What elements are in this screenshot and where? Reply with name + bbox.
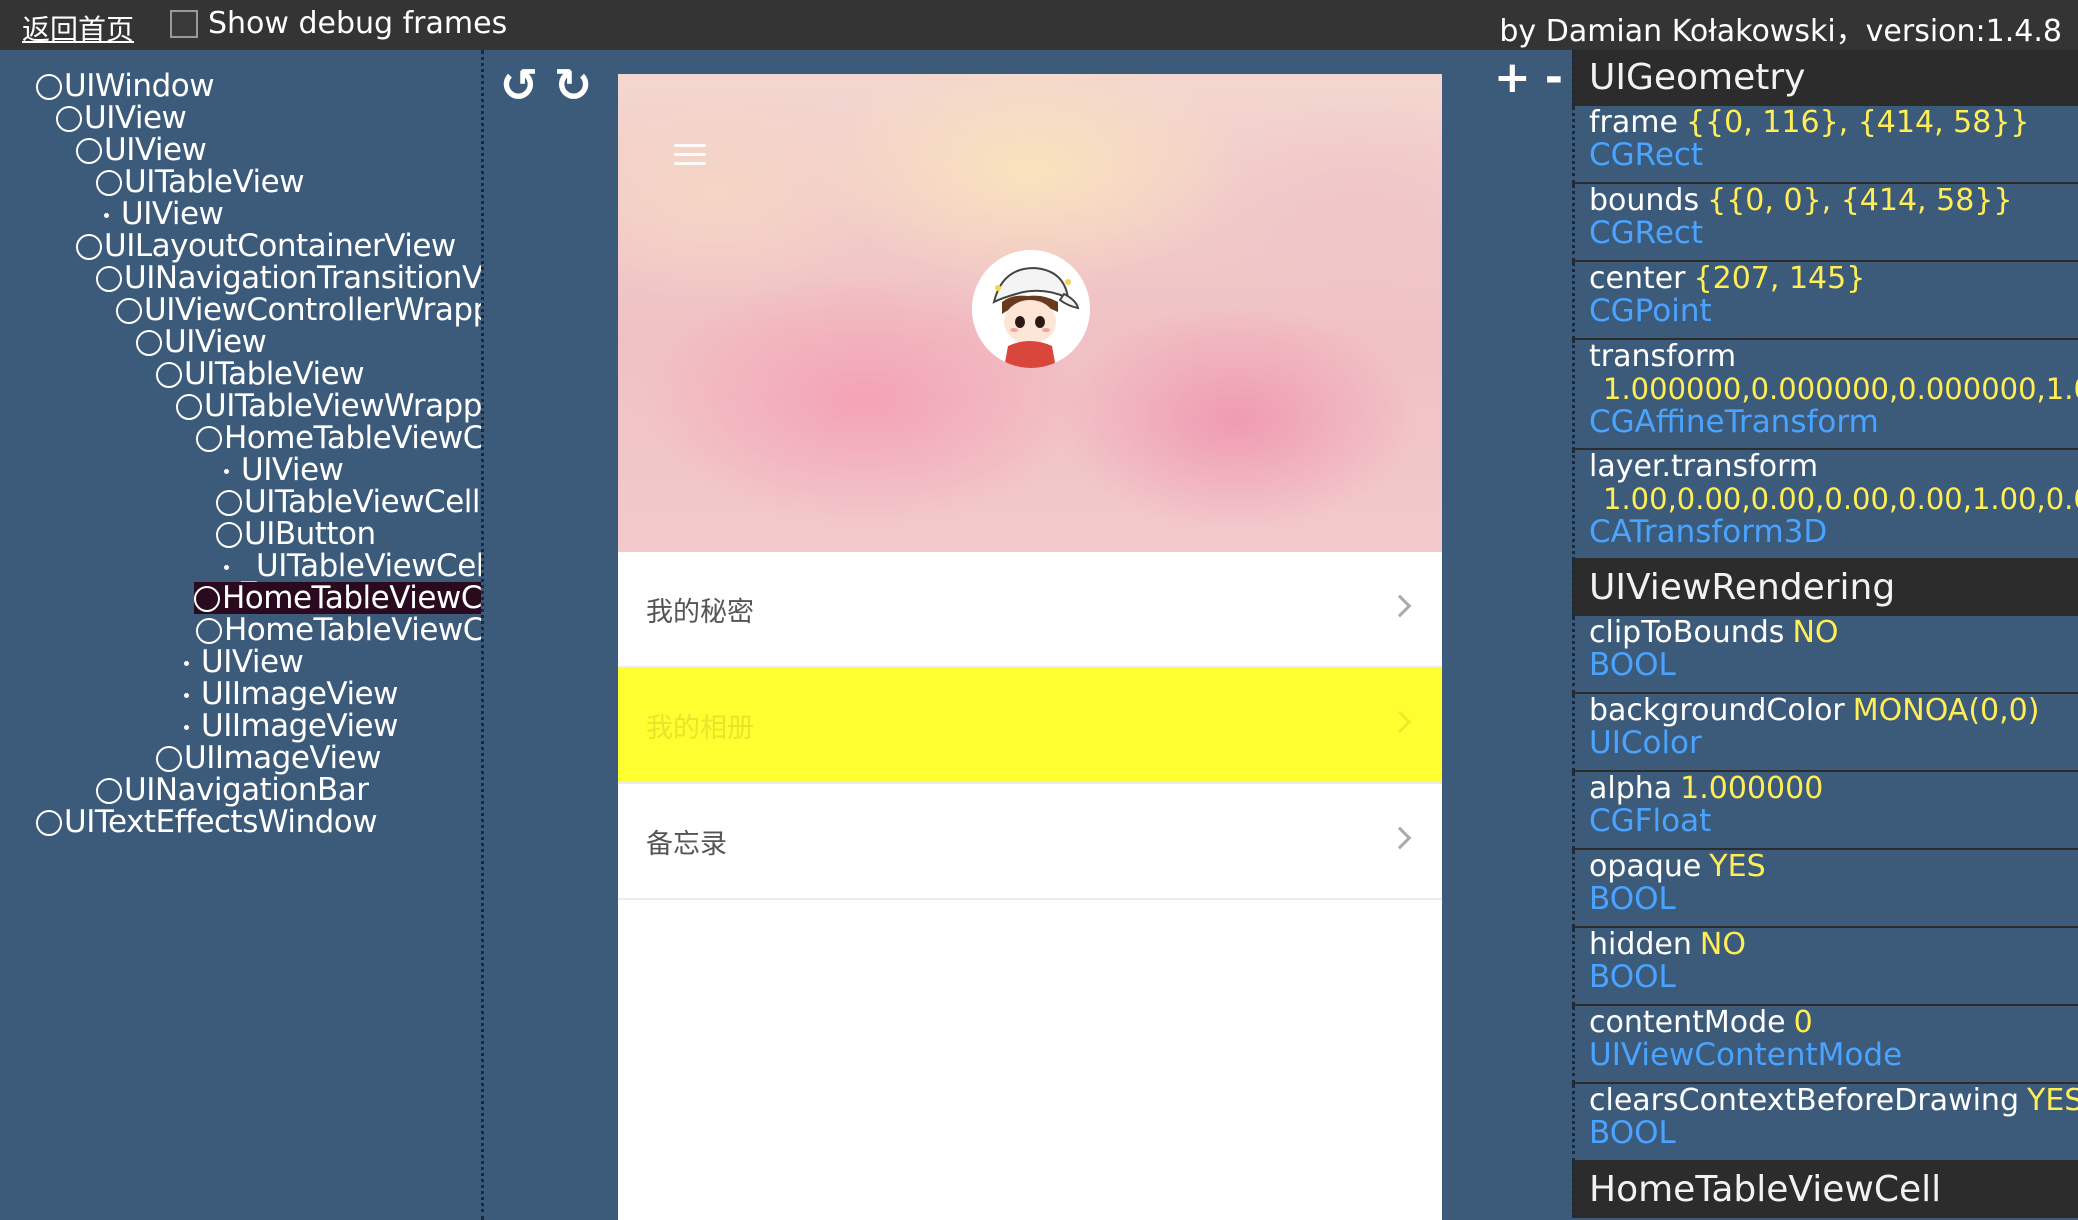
chevron-right-icon xyxy=(1388,826,1412,850)
tree-item[interactable]: UIButton xyxy=(216,518,376,550)
debug-frames-label: Show debug frames xyxy=(208,6,508,41)
node-circle-icon xyxy=(176,394,202,420)
node-circle-icon xyxy=(216,522,242,548)
tree-item[interactable]: _UITableViewCellSeparatorView xyxy=(218,550,481,582)
tree-item[interactable]: UIWindow xyxy=(36,70,215,102)
debug-frames-toggle[interactable]: Show debug frames xyxy=(170,6,507,41)
tree-item[interactable]: UITableViewCellContentView xyxy=(216,486,481,518)
node-dot-icon xyxy=(224,565,229,570)
node-circle-icon xyxy=(96,266,122,292)
prop-bounds[interactable]: bounds {{0, 0}, {414, 58}} CGRect xyxy=(1572,184,2078,262)
table-cell-secret[interactable]: 我的秘密 xyxy=(618,552,1442,668)
tree-item[interactable]: UIViewControllerWrapperView xyxy=(116,294,481,326)
tree-item[interactable]: UITextEffectsWindow xyxy=(36,806,378,838)
prop-center[interactable]: center {207, 145} CGPoint xyxy=(1572,262,2078,340)
zoom-out-button[interactable]: - xyxy=(1545,52,1563,103)
prop-layer-transform[interactable]: layer.transform 1.00,0.00,0.00,0.00,0.00… xyxy=(1572,450,2078,560)
node-dot-icon xyxy=(104,213,109,218)
prop-frame[interactable]: frame {{0, 116}, {414, 58}} CGRect xyxy=(1572,106,2078,184)
node-circle-icon xyxy=(76,234,102,260)
node-circle-icon xyxy=(196,426,222,452)
node-circle-icon xyxy=(216,490,242,516)
node-circle-icon xyxy=(156,362,182,388)
prop-content-mode[interactable]: contentMode 0 UIViewContentMode xyxy=(1572,1006,2078,1084)
node-circle-icon xyxy=(56,106,82,132)
tree-item[interactable]: UINavigationTransitionView xyxy=(96,262,481,294)
node-circle-icon xyxy=(96,170,122,196)
tree-item[interactable]: UINavigationBar xyxy=(96,774,369,806)
node-circle-icon xyxy=(194,586,220,612)
tree-item-selected[interactable]: HomeTableViewCell xyxy=(194,582,481,614)
credits-text: by Damian Kołakowski，version:1.4.8 xyxy=(1499,14,2062,49)
tree-item[interactable]: UILayoutContainerView xyxy=(76,230,456,262)
prop-hidden[interactable]: hidden NO BOOL xyxy=(1572,928,2078,1006)
node-dot-icon xyxy=(184,693,189,698)
prop-transform[interactable]: transform 1.000000,0.000000,0.000000,1.0… xyxy=(1572,340,2078,450)
rotate-right-icon[interactable]: ↻ xyxy=(549,62,597,108)
avatar-illustration-icon xyxy=(972,250,1090,368)
tree-item[interactable]: UIView xyxy=(76,134,207,166)
node-circle-icon xyxy=(136,330,162,356)
tree-item[interactable]: UITableView xyxy=(96,166,305,198)
tree-item[interactable]: UITableView xyxy=(156,358,365,390)
prop-clip-to-bounds[interactable]: clipToBounds NO BOOL xyxy=(1572,616,2078,694)
tree-item[interactable]: HomeTableViewCell xyxy=(196,614,481,646)
tree-item[interactable]: HomeTableViewCell xyxy=(196,422,481,454)
tree-item[interactable]: UIImageView xyxy=(178,710,398,742)
section-header-class: HomeTableViewCell xyxy=(1572,1162,2078,1218)
node-circle-icon xyxy=(116,298,142,324)
rotate-left-icon[interactable]: ↺ xyxy=(495,62,543,108)
tree-item[interactable]: UIView xyxy=(178,646,304,678)
top-bar: 返回首页 Show debug frames by Damian Kołakow… xyxy=(0,0,2078,50)
tree-item[interactable]: UIImageView xyxy=(156,742,381,774)
table-cell-memo[interactable]: 备忘录 xyxy=(618,784,1442,900)
property-inspector: UIGeometry frame {{0, 116}, {414, 58}} CG… xyxy=(1572,50,2078,1220)
node-circle-icon xyxy=(36,810,62,836)
chevron-right-icon xyxy=(1388,594,1412,618)
chevron-right-icon xyxy=(1388,710,1412,734)
node-circle-icon xyxy=(196,618,222,644)
prop-clears-context[interactable]: clearsContextBeforeDrawing YES BOOL xyxy=(1572,1084,2078,1162)
node-dot-icon xyxy=(184,725,189,730)
tree-item[interactable]: UIView xyxy=(218,454,344,486)
debug-frames-checkbox[interactable] xyxy=(170,9,198,38)
app-preview: 我的秘密 我的相册 备忘录 xyxy=(618,74,1442,1220)
section-header-rendering: UIViewRendering xyxy=(1572,560,2078,616)
section-header-geometry: UIGeometry xyxy=(1572,50,2078,106)
zoom-in-button[interactable]: + xyxy=(1494,52,1531,103)
prop-background-color[interactable]: backgroundColor MONOA(0,0) UIColor xyxy=(1572,694,2078,772)
zoom-controls: + - xyxy=(1494,52,1563,103)
prop-opaque[interactable]: opaque YES BOOL xyxy=(1572,850,2078,928)
preview-area: ↺ ↻ + - 我的秘密 我的相册 备忘录 xyxy=(487,50,1571,1220)
tree-item[interactable]: UIView xyxy=(98,198,224,230)
node-dot-icon xyxy=(224,469,229,474)
tree-item[interactable]: UIView xyxy=(56,102,187,134)
back-home-link[interactable]: 返回首页 xyxy=(22,8,134,48)
tree-item[interactable]: UITableViewWrapperView xyxy=(176,390,481,422)
tree-item[interactable]: UIView xyxy=(136,326,267,358)
node-circle-icon xyxy=(36,74,62,100)
tree-item[interactable]: UIImageView xyxy=(178,678,398,710)
table-cell-album[interactable]: 我的相册 xyxy=(618,668,1442,784)
hamburger-menu-icon[interactable] xyxy=(674,144,706,166)
node-circle-icon xyxy=(96,778,122,804)
node-circle-icon xyxy=(156,746,182,772)
avatar[interactable] xyxy=(972,250,1090,368)
node-circle-icon xyxy=(76,138,102,164)
prop-alpha[interactable]: alpha 1.000000 CGFloat xyxy=(1572,772,2078,850)
node-dot-icon xyxy=(184,661,189,666)
rotate-controls: ↺ ↻ xyxy=(495,62,597,108)
view-hierarchy-tree[interactable]: UIWindow UIView UIView UITableView UIVie… xyxy=(0,50,484,1220)
